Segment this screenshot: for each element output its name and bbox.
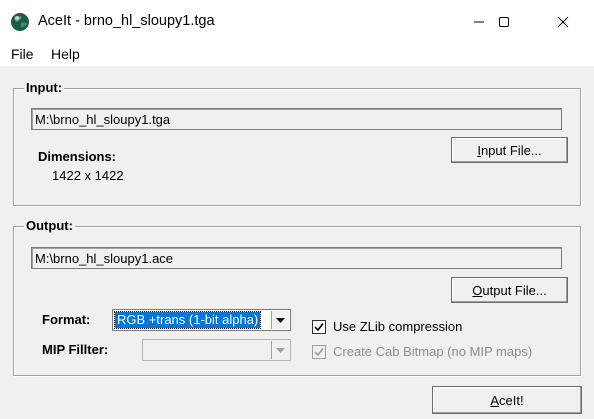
- format-label: Format:: [42, 312, 91, 327]
- format-select-value: RGB +trans (1-bit alpha): [113, 311, 262, 329]
- input-path-field: M:\brno_hl_sloupy1.tga: [31, 108, 562, 130]
- input-file-button[interactable]: Input File...: [451, 137, 568, 163]
- chevron-down-icon[interactable]: [271, 341, 289, 359]
- format-select[interactable]: RGB +trans (1-bit alpha): [112, 309, 291, 331]
- window-title: AceIt - brno_hl_sloupy1.tga: [38, 13, 215, 29]
- menu-help[interactable]: Help: [51, 46, 80, 62]
- input-group-label: Input:: [24, 80, 65, 95]
- zlib-checkbox[interactable]: Use ZLib compression: [312, 319, 462, 334]
- chevron-down-icon[interactable]: [271, 311, 289, 329]
- output-file-button-text: utput File...: [482, 282, 547, 298]
- output-file-button[interactable]: Output File...: [451, 277, 568, 303]
- aceit-button-text: ceIt!: [499, 392, 524, 408]
- maximize-icon: [499, 17, 509, 27]
- menu-file[interactable]: File: [11, 46, 34, 62]
- zlib-checkbox-label: Use ZLib compression: [333, 319, 463, 334]
- cab-bitmap-checkbox-label: Create Cab Bitmap (no MIP maps): [333, 344, 533, 359]
- output-path-field: M:\brno_hl_sloupy1.ace: [31, 247, 562, 269]
- cab-bitmap-checkbox[interactable]: Create Cab Bitmap (no MIP maps): [312, 344, 532, 359]
- close-button[interactable]: [540, 0, 586, 44]
- checkmark-icon: [312, 344, 326, 359]
- aceit-button-mnemonic: A: [490, 392, 500, 408]
- title-bar: AceIt - brno_hl_sloupy1.tga: [0, 0, 594, 44]
- aceit-button[interactable]: AceIt!: [432, 386, 582, 414]
- checkmark-icon: [312, 319, 326, 334]
- mip-filter-label: MIP Fillter:: [42, 342, 109, 357]
- dimensions-label: Dimensions:: [38, 149, 117, 164]
- output-group-label: Output:: [24, 218, 75, 233]
- mip-filter-select[interactable]: [142, 339, 291, 361]
- mip-filter-select-value: [145, 342, 149, 358]
- close-icon: [557, 16, 569, 28]
- maximize-button[interactable]: [481, 0, 527, 44]
- output-file-button-mnemonic: O: [472, 282, 483, 298]
- globe-app-icon: [11, 13, 29, 31]
- input-file-button-text: nput File...: [480, 142, 542, 158]
- menu-bar: File Help: [0, 44, 594, 66]
- dimensions-value: 1422 x 1422: [52, 168, 124, 183]
